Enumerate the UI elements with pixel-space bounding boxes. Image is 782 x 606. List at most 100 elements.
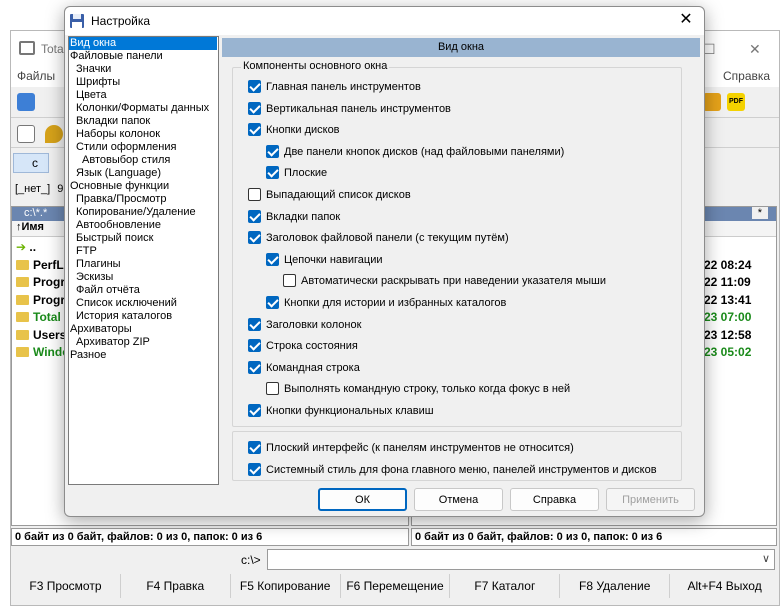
checkbox-icon[interactable] bbox=[248, 360, 261, 374]
option-checkbox[interactable]: Автоматически раскрывать при наведении у… bbox=[283, 273, 606, 289]
option-checkbox[interactable]: Две панели кнопок дисков (над файловыми … bbox=[266, 144, 564, 160]
option-checkbox[interactable]: Вкладки папок bbox=[248, 209, 340, 225]
interface-option-checkbox[interactable]: Плоский интерфейс (к панелям инструменто… bbox=[248, 440, 574, 456]
tree-item[interactable]: Правка/Просмотр bbox=[76, 193, 166, 206]
f7-mkdir-button[interactable]: F7 Каталог bbox=[450, 574, 561, 598]
table-row[interactable]: 22 08:24 bbox=[704, 258, 751, 275]
plugin-icon[interactable] bbox=[703, 93, 721, 111]
refresh-icon[interactable] bbox=[17, 93, 35, 111]
tree-item[interactable]: Шрифты bbox=[76, 76, 120, 89]
checkbox-icon[interactable] bbox=[266, 166, 279, 180]
checkbox-icon[interactable] bbox=[283, 274, 296, 288]
option-checkbox[interactable]: Заголовки колонок bbox=[248, 317, 361, 333]
tree-item-window-view[interactable]: Вид окна bbox=[69, 37, 217, 50]
table-row[interactable]: 22 11:09 bbox=[704, 275, 751, 292]
option-checkbox[interactable]: Плоские bbox=[266, 165, 327, 181]
menu-help[interactable]: Справка bbox=[723, 69, 770, 83]
checkbox-icon[interactable] bbox=[248, 188, 261, 201]
tree-item[interactable]: Значки bbox=[76, 63, 111, 76]
table-row[interactable]: 23 07:00 bbox=[704, 310, 751, 327]
up-dir-row[interactable]: ➔ .. bbox=[16, 240, 36, 257]
table-row[interactable]: Total bbox=[16, 310, 61, 327]
dialog-title: Настройка bbox=[91, 14, 151, 28]
altf4-exit-button[interactable]: Alt+F4 Выход bbox=[670, 574, 780, 598]
option-checkbox[interactable]: Выполнять командную строку, только когда… bbox=[266, 381, 570, 397]
f5-copy-button[interactable]: F5 Копирование bbox=[230, 574, 341, 598]
checkbox-icon[interactable] bbox=[248, 123, 261, 137]
checkbox-icon[interactable] bbox=[248, 80, 261, 93]
checkbox-icon[interactable] bbox=[266, 296, 279, 309]
folder-icon bbox=[16, 277, 29, 287]
option-checkbox[interactable]: Главная панель инструментов bbox=[248, 79, 421, 95]
f3-view-button[interactable]: F3 Просмотр bbox=[11, 574, 121, 598]
tree-item[interactable]: Копирование/Удаление bbox=[76, 206, 196, 219]
option-checkbox[interactable]: Кнопки для истории и избранных каталогов bbox=[266, 295, 506, 311]
interface-option-checkbox[interactable]: Системный стиль для фона главного меню, … bbox=[248, 462, 657, 478]
table-row[interactable]: PerfLo bbox=[16, 258, 71, 275]
checkbox-icon[interactable] bbox=[266, 144, 279, 158]
option-checkbox[interactable]: Вертикальная панель инструментов bbox=[248, 101, 451, 117]
drive-info: [_нет_] 9 bbox=[15, 183, 63, 195]
table-row[interactable]: Users bbox=[16, 328, 66, 345]
tree-item[interactable]: Файл отчёта bbox=[76, 284, 140, 297]
right-panel-filter[interactable]: * bbox=[751, 207, 768, 219]
option-checkbox[interactable]: Цепочки навигации bbox=[266, 252, 383, 268]
checkbox-icon[interactable] bbox=[266, 382, 279, 396]
f8-delete-button[interactable]: F8 Удаление bbox=[560, 574, 671, 598]
tree-item[interactable]: Стили оформления bbox=[76, 141, 176, 154]
tree-item[interactable]: История каталогов bbox=[76, 310, 172, 323]
option-checkbox[interactable]: Строка состояния bbox=[248, 338, 358, 354]
cancel-button[interactable]: Отмена bbox=[414, 488, 503, 511]
drop-icon[interactable] bbox=[45, 125, 63, 143]
tree-item[interactable]: Наборы колонок bbox=[76, 128, 160, 141]
table-row[interactable]: Windo bbox=[16, 345, 70, 362]
settings-tree[interactable]: Вид окна Файловые панели Значки Шрифты Ц… bbox=[68, 36, 219, 485]
option-checkbox[interactable]: Заголовок файловой панели (с текущим пут… bbox=[248, 230, 509, 246]
close-icon[interactable]: ✕ bbox=[749, 41, 761, 58]
option-checkbox[interactable]: Выпадающий список дисков bbox=[248, 187, 411, 203]
checkbox-icon[interactable] bbox=[248, 101, 261, 115]
ok-button[interactable]: ОК bbox=[318, 488, 407, 511]
menu-files[interactable]: Файлы bbox=[17, 69, 55, 83]
checkbox-icon[interactable] bbox=[248, 231, 261, 245]
tree-item[interactable]: Разное bbox=[70, 349, 106, 362]
tree-item[interactable]: Быстрый поиск bbox=[76, 232, 153, 245]
tree-item[interactable]: Файловые панели bbox=[70, 50, 163, 63]
checkbox-icon[interactable] bbox=[248, 209, 261, 223]
f6-move-button[interactable]: F6 Перемещение bbox=[340, 574, 451, 598]
tree-item[interactable]: FTP bbox=[76, 245, 97, 258]
edit-icon[interactable] bbox=[17, 125, 35, 143]
command-line-input[interactable]: ∨ bbox=[267, 549, 775, 570]
help-button[interactable]: Справка bbox=[510, 488, 599, 511]
tree-item[interactable]: Архиватор ZIP bbox=[76, 336, 150, 349]
table-row[interactable]: 23 12:58 bbox=[704, 328, 751, 345]
tree-item[interactable]: Вкладки папок bbox=[76, 115, 150, 128]
option-checkbox[interactable]: Кнопки функциональных клавиш bbox=[248, 403, 434, 419]
close-icon[interactable]: ✕ bbox=[676, 11, 696, 29]
apply-button[interactable]: Применить bbox=[606, 488, 695, 511]
tree-item[interactable]: Архиваторы bbox=[70, 323, 132, 336]
f4-edit-button[interactable]: F4 Правка bbox=[120, 574, 231, 598]
checkbox-icon[interactable] bbox=[266, 252, 279, 266]
pdf-icon[interactable]: PDF bbox=[727, 93, 745, 111]
tree-item[interactable]: Плагины bbox=[76, 258, 121, 271]
checkbox-icon[interactable] bbox=[248, 404, 261, 417]
checkbox-icon[interactable] bbox=[248, 317, 261, 331]
table-row[interactable]: 23 05:02 bbox=[704, 345, 751, 362]
tree-item[interactable]: Колонки/Форматы данных bbox=[76, 102, 209, 115]
table-row[interactable]: 22 13:41 bbox=[704, 293, 751, 310]
drive-button-c[interactable]: c bbox=[13, 153, 49, 173]
checkbox-icon[interactable] bbox=[248, 441, 261, 454]
chevron-down-icon[interactable]: ∨ bbox=[762, 552, 770, 565]
checkbox-icon[interactable] bbox=[248, 462, 261, 476]
tree-item[interactable]: Автовыбор стиля bbox=[82, 154, 170, 167]
option-checkbox[interactable]: Командная строка bbox=[248, 360, 360, 376]
checkbox-icon[interactable] bbox=[248, 339, 261, 353]
tree-item[interactable]: Эскизы bbox=[76, 271, 113, 284]
tree-item[interactable]: Автообновление bbox=[76, 219, 161, 232]
option-checkbox[interactable]: Кнопки дисков bbox=[248, 122, 340, 138]
tree-item[interactable]: Список исключений bbox=[76, 297, 177, 310]
tree-item[interactable]: Цвета bbox=[76, 89, 107, 102]
tree-item[interactable]: Основные функции bbox=[70, 180, 169, 193]
tree-item[interactable]: Язык (Language) bbox=[76, 167, 161, 180]
